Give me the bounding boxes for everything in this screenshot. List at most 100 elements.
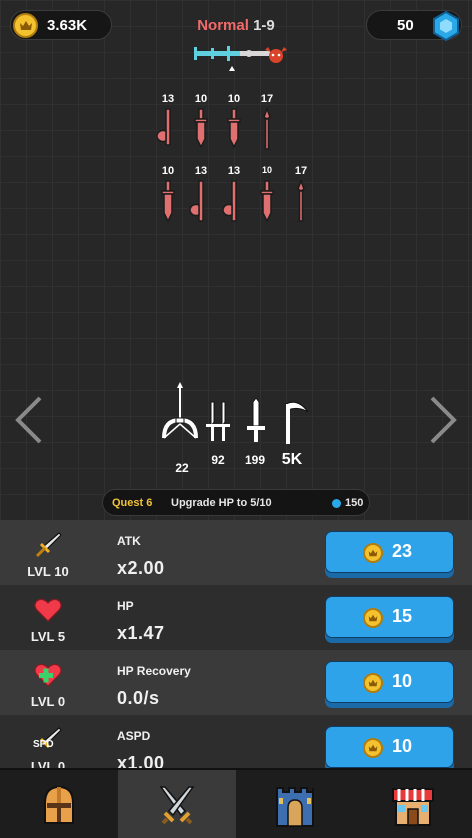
enemy-level: 17 <box>260 93 274 105</box>
enemy-level: 17 <box>294 165 308 177</box>
battle-arena: 3.63K Normal 1-9 50 13 10 10 17 10 13 13… <box>0 0 472 520</box>
quest-reward: 150 <box>345 497 364 509</box>
enemy-level: 10 <box>227 93 241 105</box>
dagger-icon <box>227 108 241 149</box>
crossed-swords-icon <box>159 786 195 825</box>
axe-icon <box>156 108 171 146</box>
axe-icon <box>189 180 204 222</box>
crown-coin-icon <box>363 738 383 758</box>
quest-banner[interactable]: Quest 6 Upgrade HP to 5/10 150 <box>102 489 370 516</box>
stage-progress-bar <box>194 46 287 71</box>
upgrade-cost: 23 <box>392 541 413 561</box>
hero-unit[interactable] <box>272 398 312 453</box>
sword-icon <box>35 532 62 558</box>
spd-icon: SPD <box>33 725 63 755</box>
crown-coin-icon <box>363 543 383 563</box>
enemy-level: 10 <box>161 165 175 177</box>
crown-coin-icon <box>363 608 383 628</box>
enemy-unit[interactable]: 17 <box>252 93 282 156</box>
sword-icon <box>247 397 265 442</box>
axe-icon <box>222 180 237 222</box>
upgrade-row-aspd: SPD LVL 0 ASPD x1.00 10 <box>0 715 472 768</box>
upgrade-value: 0.0/s <box>117 688 160 708</box>
dagger-icon <box>194 108 208 149</box>
gem-counter[interactable]: 50 <box>366 10 462 41</box>
hero-level-label: 92 <box>211 453 225 467</box>
dagger-icon <box>161 180 175 223</box>
stage-mode: Normal <box>197 17 249 34</box>
upgrade-hp-recovery-button[interactable]: 10 <box>325 661 454 703</box>
upgrade-level: LVL 10 <box>27 564 69 579</box>
enemy-level: 13 <box>227 165 241 177</box>
enemy-unit[interactable]: 10 <box>153 165 183 230</box>
enemy-unit[interactable]: 10 <box>252 165 282 230</box>
hero-level-label: 5K <box>281 451 303 468</box>
upgrade-level: LVL 0 <box>30 759 66 768</box>
upgrade-value: x2.00 <box>117 558 165 578</box>
gem-amount: 50 <box>397 17 414 34</box>
heart-icon <box>34 598 62 622</box>
upgrade-name: ATK <box>117 534 141 548</box>
hero-unit[interactable] <box>160 380 200 451</box>
quest-tag: Quest 6 <box>112 497 153 509</box>
dagger-icon <box>260 180 274 223</box>
hero-unit[interactable] <box>198 398 238 453</box>
enemy-unit[interactable]: 13 <box>219 165 249 230</box>
enemy-unit[interactable]: 10 <box>186 93 216 156</box>
upgrade-aspd-button[interactable]: 10 <box>325 726 454 768</box>
bottom-nav <box>0 768 472 838</box>
tab-battle[interactable] <box>118 770 236 838</box>
twin-daggers-icon <box>206 401 230 441</box>
upgrade-row-hp-recovery: LVL 0 HP Recovery 0.0/s 10 <box>0 650 472 715</box>
enemy-level: 10 <box>261 165 272 175</box>
upgrade-name: HP Recovery <box>117 664 191 678</box>
upgrade-value: x1.47 <box>117 623 165 643</box>
next-arrow-icon[interactable] <box>426 395 460 445</box>
progress-marker-icon <box>229 66 235 71</box>
progress-tick <box>211 48 214 59</box>
upgrade-cost: 15 <box>392 606 413 626</box>
progress-tick <box>227 46 230 61</box>
enemy-unit[interactable]: 13 <box>153 93 183 156</box>
progress-tick <box>194 47 197 60</box>
upgrade-atk-button[interactable]: 23 <box>325 531 454 573</box>
enemy-level: 10 <box>194 93 208 105</box>
upgrade-name: HP <box>117 599 134 613</box>
stage-number: 1-9 <box>253 17 275 34</box>
spd-icon-text: SPD <box>33 739 54 750</box>
upgrade-name: ASPD <box>117 729 151 743</box>
gem-icon <box>332 499 341 508</box>
spear-icon <box>297 178 305 222</box>
tab-shop[interactable] <box>354 770 472 838</box>
upgrade-list[interactable]: LVL 10 ATK x2.00 23 LVL 5 HP x1.47 15 LV… <box>0 520 472 768</box>
previous-arrow-icon[interactable] <box>12 395 46 445</box>
spear-icon <box>263 106 271 150</box>
hero-unit[interactable] <box>236 397 276 453</box>
scythe-icon <box>285 401 309 444</box>
upgrade-cost: 10 <box>392 736 413 756</box>
enemy-level: 13 <box>194 165 208 177</box>
upgrade-level: LVL 0 <box>30 694 66 709</box>
progress-track-empty <box>240 51 270 56</box>
quest-description: Upgrade HP to 5/10 <box>171 497 272 509</box>
progress-node <box>245 50 253 57</box>
helmet-icon <box>44 785 74 824</box>
tab-castle[interactable] <box>236 770 354 838</box>
upgrade-row-atk: LVL 10 ATK x2.00 23 <box>0 520 472 585</box>
enemy-unit[interactable]: 10 <box>219 93 249 156</box>
enemy-unit[interactable]: 17 <box>286 165 316 230</box>
hexagon-gem-icon <box>433 11 459 41</box>
hero-level-label: 199 <box>244 453 266 467</box>
upgrade-cost: 10 <box>392 671 413 691</box>
heart-recovery-icon <box>34 663 62 687</box>
shop-icon <box>392 788 434 826</box>
upgrade-level: LVL 5 <box>30 629 66 644</box>
enemy-unit[interactable]: 13 <box>186 165 216 230</box>
crown-coin-icon <box>363 673 383 693</box>
hero-level-label: 22 <box>175 461 189 475</box>
upgrade-value: x1.00 <box>117 753 165 768</box>
upgrade-hp-button[interactable]: 15 <box>325 596 454 638</box>
tab-hero[interactable] <box>0 770 118 838</box>
upgrade-row-hp: LVL 5 HP x1.47 15 <box>0 585 472 650</box>
bow-icon <box>162 382 198 439</box>
